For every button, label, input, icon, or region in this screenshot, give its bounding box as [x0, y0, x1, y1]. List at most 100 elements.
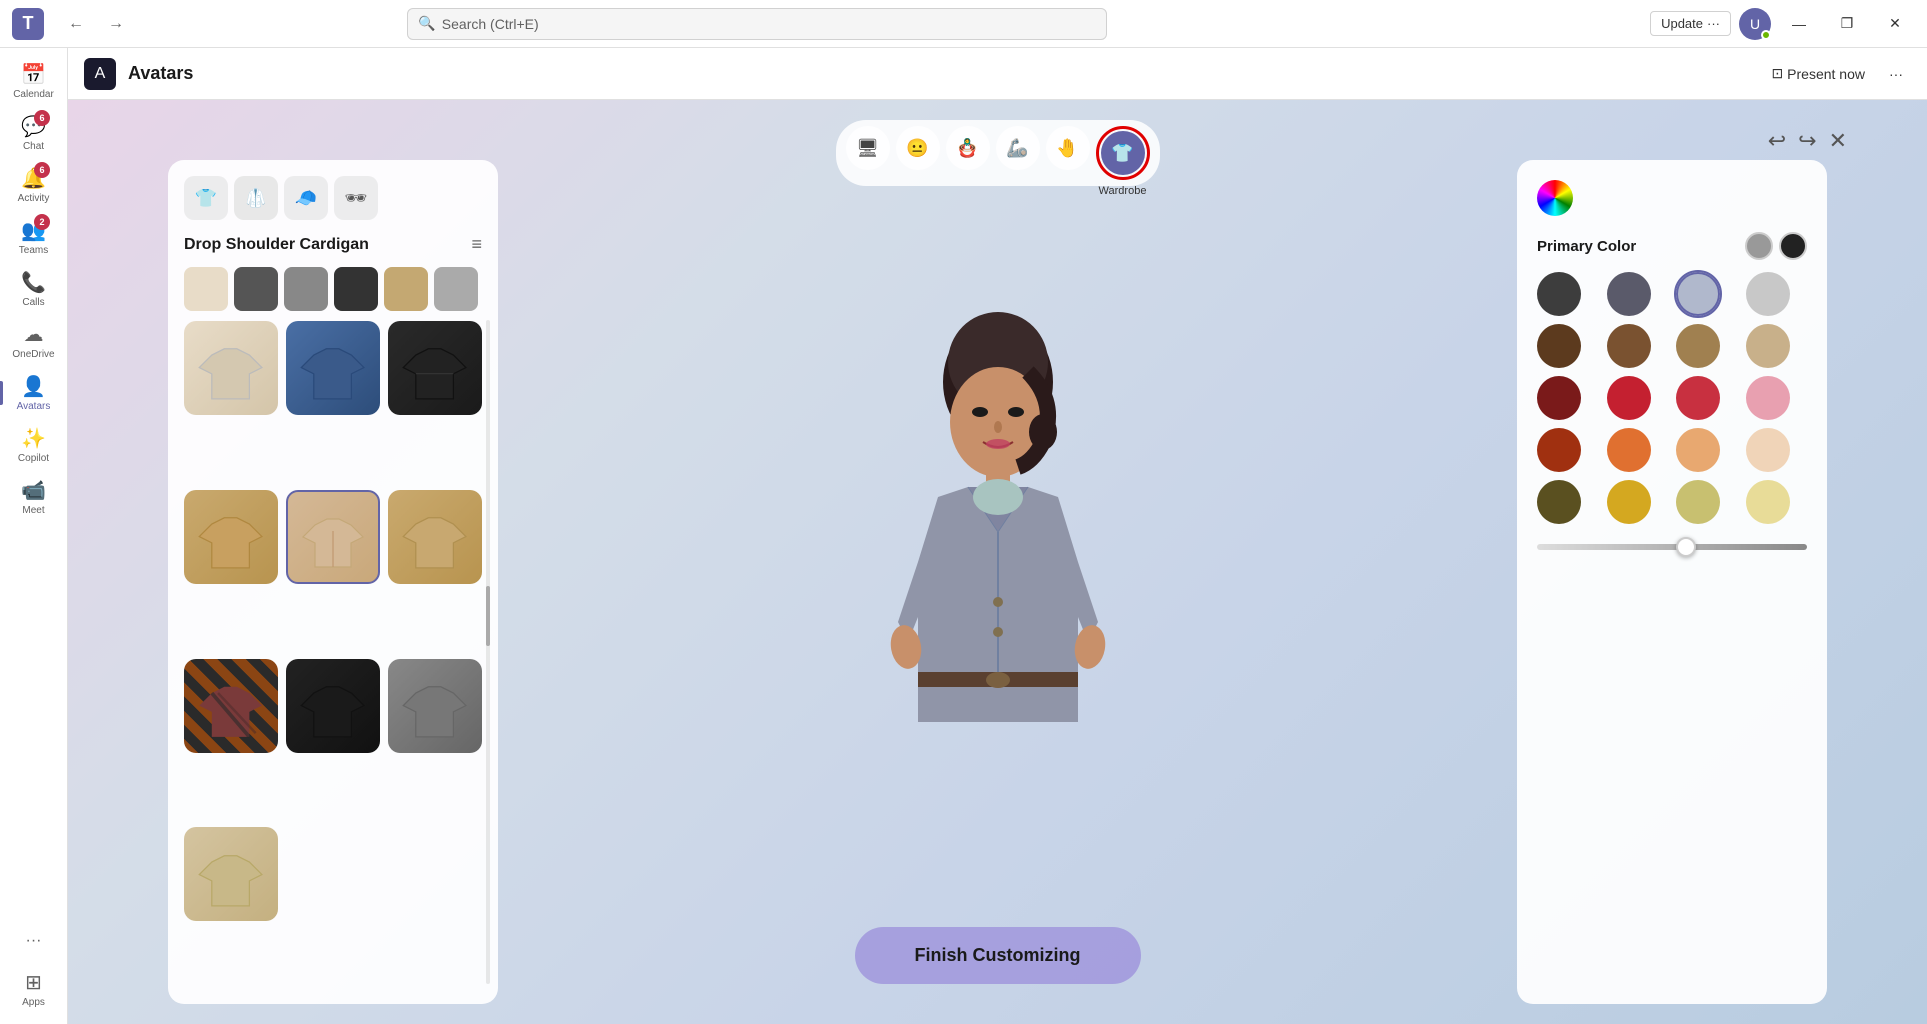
slider-thumb[interactable] — [1676, 537, 1696, 557]
wardrobe-tab-jacket[interactable]: 🥼 — [234, 176, 278, 220]
color-swatch-orange[interactable] — [1607, 428, 1651, 472]
close-button[interactable]: ✕ — [1875, 8, 1915, 40]
color-swatch-yellow[interactable] — [1607, 480, 1651, 524]
color-swatch-light-olive[interactable] — [1676, 480, 1720, 524]
color-swatch-light-peach[interactable] — [1746, 428, 1790, 472]
color-swatch-light-yellow[interactable] — [1746, 480, 1790, 524]
sidebar-item-copilot[interactable]: ✨ Copilot — [0, 420, 67, 470]
calendar-icon: 📅 — [21, 62, 46, 87]
present-now-button[interactable]: ⊡ Present now — [1763, 61, 1873, 86]
update-button[interactable]: Update ··· — [1650, 11, 1731, 36]
sidebar-item-calls[interactable]: 📞 Calls — [0, 264, 67, 314]
sidebar-label-activity: Activity — [18, 193, 50, 204]
toolbar-presentation-button[interactable]: 🖥 — [846, 126, 890, 170]
sidebar-label-meet: Meet — [22, 505, 44, 516]
wardrobe-scrollbar-thumb[interactable] — [486, 586, 490, 646]
wardrobe-item-8[interactable] — [286, 659, 380, 753]
wardrobe-tab-shirt[interactable]: 👕 — [184, 176, 228, 220]
sidebar-item-chat[interactable]: 💬 6 Chat — [0, 108, 67, 158]
color-swatch-medium-brown[interactable] — [1607, 324, 1651, 368]
activity-badge: 6 — [34, 162, 50, 178]
color-swatch-medium-gray[interactable] — [1607, 272, 1651, 316]
color-slider[interactable] — [1537, 544, 1807, 550]
sidebar-dots[interactable]: ··· — [0, 920, 67, 962]
page-icon: A — [84, 58, 116, 90]
sidebar-label-avatars: Avatars — [17, 401, 51, 412]
sidebar-label-chat: Chat — [23, 141, 44, 152]
forward-button[interactable]: → — [100, 8, 132, 40]
strip-item[interactable] — [384, 267, 428, 311]
wardrobe-scrollbar[interactable] — [486, 320, 490, 984]
toolbar-body-button[interactable]: 🦾 — [996, 126, 1040, 170]
redo-button[interactable]: ↪ — [1798, 128, 1816, 154]
nav-buttons: ← → — [56, 8, 132, 40]
color-swatch-light-tan[interactable] — [1746, 324, 1790, 368]
color-swatch-olive[interactable] — [1537, 480, 1581, 524]
search-bar[interactable]: 🔍 Search (Ctrl+E) — [407, 8, 1107, 40]
wardrobe-selected-wrapper: 👕 Wardrobe — [1096, 126, 1150, 180]
color-swatch-red[interactable] — [1607, 376, 1651, 420]
wardrobe-tab-hat[interactable]: 🧢 — [284, 176, 328, 220]
sidebar-item-teams[interactable]: 👥 2 Teams — [0, 212, 67, 262]
sidebar-item-apps[interactable]: ⊞ Apps — [0, 964, 67, 1014]
finish-customizing-button[interactable]: Finish Customizing — [855, 927, 1141, 984]
wardrobe-item-5[interactable] — [286, 490, 380, 584]
slider-track[interactable] — [1537, 544, 1807, 550]
color-panel-logo — [1537, 180, 1573, 216]
strip-item[interactable] — [334, 267, 378, 311]
search-placeholder: Search (Ctrl+E) — [442, 16, 539, 32]
color-preview-pair — [1745, 232, 1807, 260]
wardrobe-item-4[interactable] — [184, 490, 278, 584]
color-swatch-medium-red[interactable] — [1676, 376, 1720, 420]
back-button[interactable]: ← — [60, 8, 92, 40]
user-avatar[interactable]: U — [1739, 8, 1771, 40]
undo-button[interactable]: ↩ — [1768, 128, 1786, 154]
color-swatch-light-gray[interactable] — [1746, 272, 1790, 316]
sidebar-label-teams: Teams — [19, 245, 48, 256]
minimize-button[interactable]: — — [1779, 8, 1819, 40]
strip-item[interactable] — [284, 267, 328, 311]
strip-item[interactable] — [434, 267, 478, 311]
sidebar: 📅 Calendar 💬 6 Chat 🔔 6 Activity 👥 2 Tea… — [0, 48, 68, 1024]
strip-item[interactable] — [234, 267, 278, 311]
editor-close-button[interactable]: ✕ — [1829, 128, 1847, 154]
wardrobe-item-7[interactable] — [184, 659, 278, 753]
color-swatch-dark-gray[interactable] — [1537, 272, 1581, 316]
sidebar-item-meet[interactable]: 📹 Meet — [0, 472, 67, 522]
wardrobe-item-3[interactable] — [388, 321, 482, 415]
sidebar-item-activity[interactable]: 🔔 6 Activity — [0, 160, 67, 210]
color-swatch-light-blue-gray[interactable] — [1676, 272, 1720, 316]
toolbar-face-button[interactable]: 😐 — [896, 126, 940, 170]
copilot-icon: ✨ — [21, 426, 46, 451]
toolbar-wardrobe-button[interactable]: 👕 — [1101, 131, 1145, 175]
strip-item[interactable] — [184, 267, 228, 311]
wardrobe-item-2[interactable] — [286, 321, 380, 415]
wardrobe-item-6[interactable] — [388, 490, 482, 584]
update-label: Update — [1661, 16, 1703, 31]
sidebar-item-avatars[interactable]: 👤 Avatars — [0, 368, 67, 418]
toolbar-head-button[interactable]: 🪆 — [946, 126, 990, 170]
toolbar-gesture-button[interactable]: 🤚 — [1046, 126, 1090, 170]
search-icon: 🔍 — [418, 15, 435, 32]
color-swatch-dark-red[interactable] — [1537, 376, 1581, 420]
sidebar-item-calendar[interactable]: 📅 Calendar — [0, 56, 67, 106]
wardrobe-tabs: 👕 🥼 🧢 🕶 — [184, 176, 482, 220]
wardrobe-item-1[interactable] — [184, 321, 278, 415]
chat-icon: 💬 6 — [21, 114, 46, 139]
color-swatch-pink[interactable] — [1746, 376, 1790, 420]
editor-toolbar: 🖥 😐 🪆 🦾 🤚 👕 Wardrobe — [836, 120, 1160, 186]
color-swatch-peach[interactable] — [1676, 428, 1720, 472]
wardrobe-item-9[interactable] — [388, 659, 482, 753]
more-options-button[interactable]: ··· — [1881, 62, 1911, 86]
sidebar-item-onedrive[interactable]: ☁ OneDrive — [0, 316, 67, 366]
filter-button[interactable]: ≡ — [471, 234, 482, 255]
calls-icon: 📞 — [21, 270, 46, 295]
app-logo: T — [12, 8, 44, 40]
color-swatch-orange-brown[interactable] — [1537, 428, 1581, 472]
meet-icon: 📹 — [21, 478, 46, 503]
color-swatch-tan-brown[interactable] — [1676, 324, 1720, 368]
wardrobe-tab-glasses[interactable]: 🕶 — [334, 176, 378, 220]
wardrobe-item-10[interactable] — [184, 827, 278, 921]
color-swatch-dark-brown[interactable] — [1537, 324, 1581, 368]
maximize-button[interactable]: ❐ — [1827, 8, 1867, 40]
